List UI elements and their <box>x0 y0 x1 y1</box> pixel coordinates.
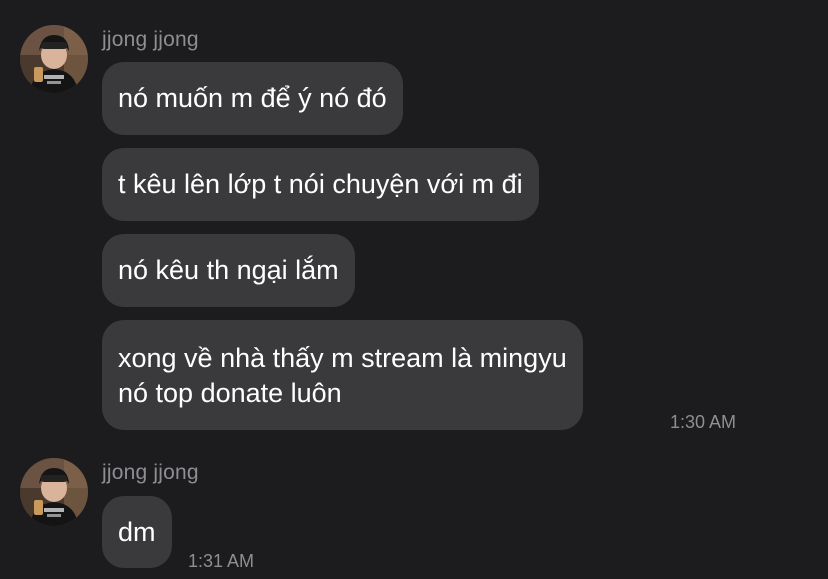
message-bubble[interactable]: xong về nhà thấy m stream là mingyu nó t… <box>102 320 583 430</box>
sender-avatar[interactable] <box>20 458 88 526</box>
message-bubble[interactable]: dm <box>102 496 172 568</box>
message-bubble[interactable]: nó kêu th ngại lắm <box>102 234 355 307</box>
avatar-photo-icon <box>20 25 88 93</box>
message-timestamp: 1:30 AM <box>670 412 737 432</box>
message-text-line: nó top donate luôn <box>118 378 342 408</box>
avatar-photo-icon <box>20 458 88 526</box>
sender-name: jjong jjong <box>102 28 199 51</box>
sender-avatar[interactable] <box>20 25 88 93</box>
message-timestamp: 1:31 AM <box>188 551 255 571</box>
message-text: dm <box>118 517 156 547</box>
message-bubble[interactable]: nó muốn m để ý nó đó <box>102 62 403 135</box>
message-text: nó muốn m để ý nó đó <box>118 83 387 113</box>
message-text: t kêu lên lớp t nói chuyện với m đi <box>118 169 523 199</box>
message-text-line: xong về nhà thấy m stream là mingyu <box>118 343 567 373</box>
message-bubble[interactable]: t kêu lên lớp t nói chuyện với m đi <box>102 148 539 221</box>
sender-name: jjong jjong <box>102 461 199 484</box>
message-text: nó kêu th ngại lắm <box>118 255 339 285</box>
